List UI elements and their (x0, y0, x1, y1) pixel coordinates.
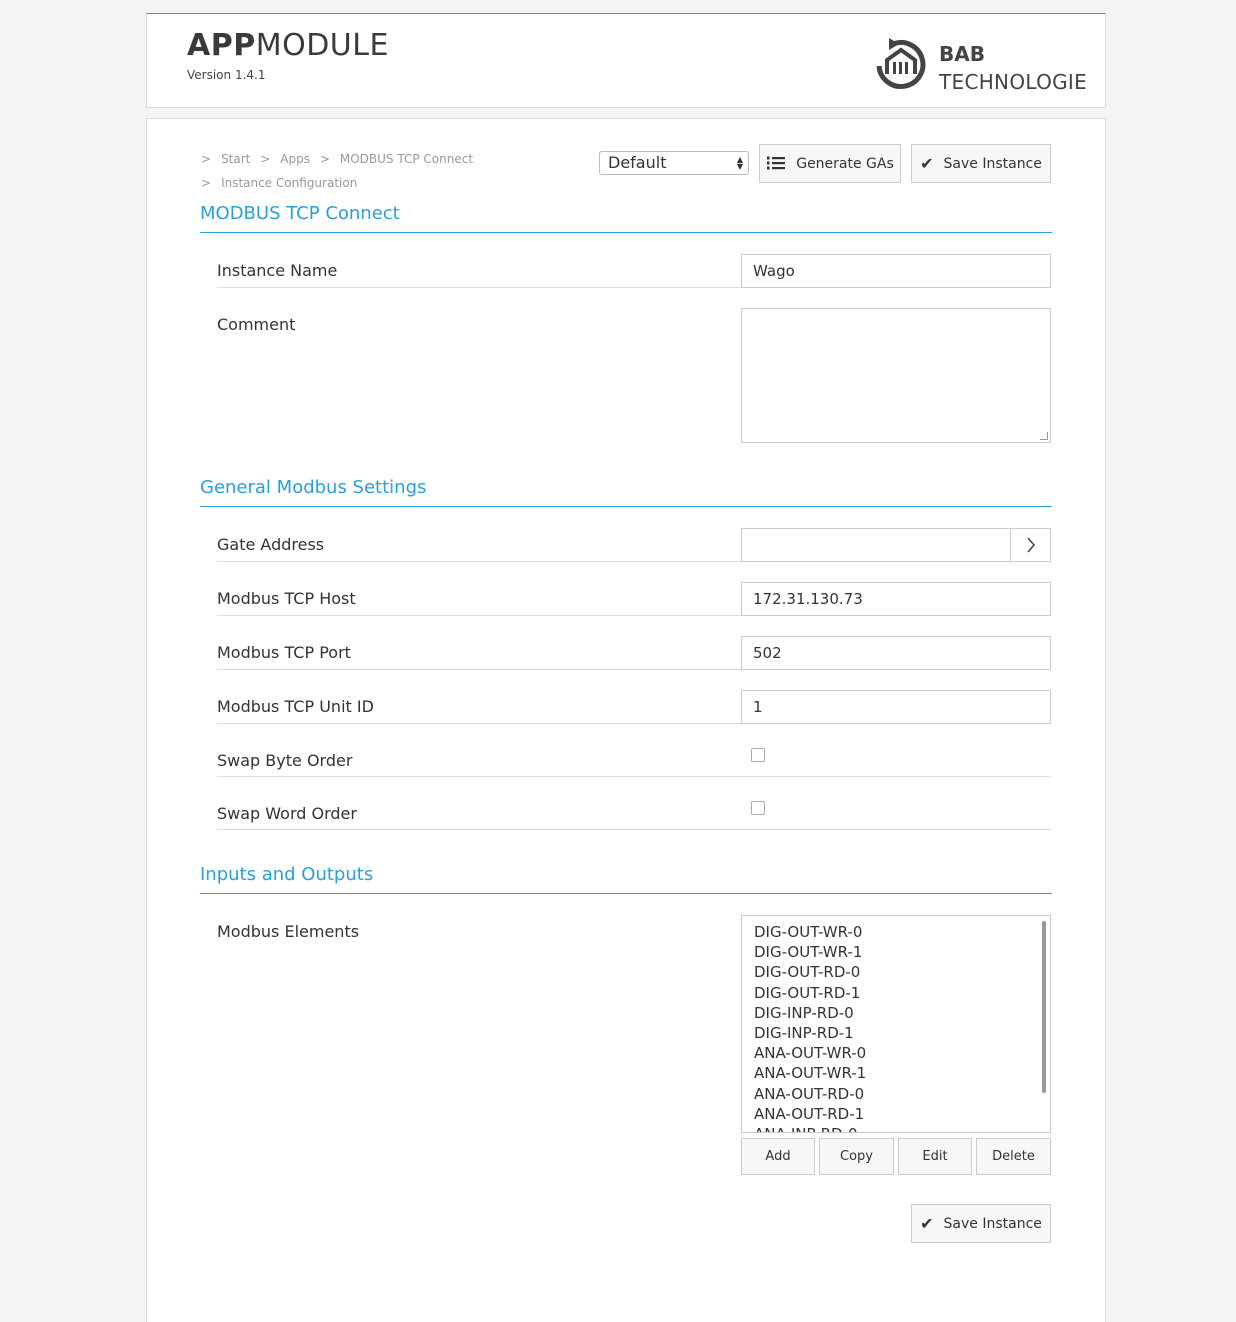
modbus-port-label: Modbus TCP Port (217, 643, 351, 662)
modbus-unit-id-input[interactable]: 1 (741, 690, 1051, 724)
logo-text-bab: BAB (939, 42, 985, 66)
version-label: Version 1.4.1 (187, 68, 266, 82)
row-modbus-unit-id: Modbus TCP Unit ID 1 (217, 690, 1051, 724)
swap-byte-checkbox[interactable] (751, 748, 765, 762)
breadcrumb-item-start[interactable]: > Start (201, 147, 250, 171)
modbus-elements-items: DIG-OUT-WR-0 DIG-OUT-WR-1 DIG-OUT-RD-0 DIG-… (754, 922, 1050, 1132)
section-title-modbus-tcp-connect: MODBUS TCP Connect (200, 203, 1052, 233)
modbus-host-label: Modbus TCP Host (217, 589, 356, 608)
row-modbus-port: Modbus TCP Port 502 (217, 636, 1051, 670)
swap-word-label: Swap Word Order (217, 804, 357, 823)
swap-byte-label: Swap Byte Order (217, 751, 353, 770)
section-title-inputs-outputs: Inputs and Outputs (200, 864, 1052, 894)
house-logo-icon (876, 38, 926, 89)
save-instance-button-bottom[interactable]: ✔ Save Instance (911, 1204, 1051, 1243)
bab-logo: BAB TECHNOLOGIE (871, 34, 1087, 94)
logo-text-technologie: TECHNOLOGIE (939, 70, 1088, 94)
list-item[interactable]: ANA-OUT-RD-1 (754, 1104, 1050, 1124)
modbus-unit-id-label: Modbus TCP Unit ID (217, 697, 374, 716)
list-item[interactable]: DIG-OUT-WR-1 (754, 942, 1050, 962)
list-item[interactable]: ANA-OUT-RD-0 (754, 1084, 1050, 1104)
edit-element-button[interactable]: Edit (898, 1138, 972, 1175)
comment-textarea[interactable] (741, 308, 1051, 443)
section-title-general-settings: General Modbus Settings (200, 477, 1052, 507)
list-scrollbar[interactable] (1042, 921, 1046, 1093)
list-item[interactable]: DIG-OUT-RD-1 (754, 983, 1050, 1003)
gate-address-label: Gate Address (217, 535, 325, 554)
breadcrumb-item-instance-config: > Instance Configuration (201, 176, 358, 190)
gate-address-picker-button[interactable] (1010, 529, 1050, 561)
list-item[interactable]: DIG-OUT-WR-0 (754, 922, 1050, 942)
select-arrows-icon: ▲ ▼ (736, 155, 743, 171)
breadcrumb: > Start > Apps > MODBUS TCP Connect > Instan… (201, 147, 501, 195)
list-item[interactable]: DIG-INP-RD-0 (754, 1003, 1050, 1023)
list-item[interactable]: DIG-OUT-RD-0 (754, 962, 1050, 982)
add-element-button[interactable]: Add (741, 1138, 815, 1175)
row-modbus-host: Modbus TCP Host 172.31.130.73 (217, 582, 1051, 616)
chevron-right-icon (1026, 537, 1035, 553)
main-panel: > Start > Apps > MODBUS TCP Connect > Instan… (146, 118, 1106, 1322)
row-swap-word: Swap Word Order (217, 797, 1051, 830)
modbus-elements-list[interactable]: DIG-OUT-WR-0 DIG-OUT-WR-1 DIG-OUT-RD-0 DIG-… (741, 915, 1051, 1133)
app-title: APPMODULE (187, 28, 389, 63)
app-header: APPMODULE Version 1.4.1 BAB TECHNOLOGIE (146, 13, 1106, 108)
modbus-port-input[interactable]: 502 (741, 636, 1051, 670)
modbus-elements-label: Modbus Elements (217, 922, 360, 941)
generate-gas-button[interactable]: Generate GAs (759, 144, 901, 183)
row-comment: Comment (217, 308, 1051, 443)
list-item[interactable]: DIG-INP-RD-1 (754, 1023, 1050, 1043)
instance-name-label: Instance Name (217, 261, 338, 280)
row-gate-address: Gate Address (217, 528, 1051, 562)
profile-select[interactable]: Default ▲ ▼ (599, 151, 749, 175)
save-instance-button-top[interactable]: ✔ Save Instance (911, 144, 1051, 183)
numbered-list-icon (767, 156, 786, 169)
row-instance-name: Instance Name Wago (217, 254, 1051, 288)
modbus-host-input[interactable]: 172.31.130.73 (741, 582, 1051, 616)
delete-element-button[interactable]: Delete (976, 1138, 1051, 1175)
breadcrumb-item-modbus[interactable]: > MODBUS TCP Connect (320, 147, 473, 171)
resize-grip-icon[interactable] (1040, 432, 1048, 440)
row-swap-byte: Swap Byte Order (217, 744, 1051, 777)
gate-address-input[interactable] (741, 528, 1051, 562)
list-item[interactable]: ANA-OUT-WR-1 (754, 1063, 1050, 1083)
comment-label: Comment (217, 315, 296, 334)
list-item[interactable]: ANA-INP-RD-0 (754, 1124, 1050, 1132)
checkmark-icon: ✔ (920, 1214, 934, 1233)
instance-name-input[interactable]: Wago (741, 254, 1051, 288)
list-item[interactable]: ANA-OUT-WR-0 (754, 1043, 1050, 1063)
copy-element-button[interactable]: Copy (819, 1138, 894, 1175)
swap-word-checkbox[interactable] (751, 801, 765, 815)
breadcrumb-item-apps[interactable]: > Apps (260, 147, 310, 171)
checkmark-icon: ✔ (920, 154, 934, 173)
